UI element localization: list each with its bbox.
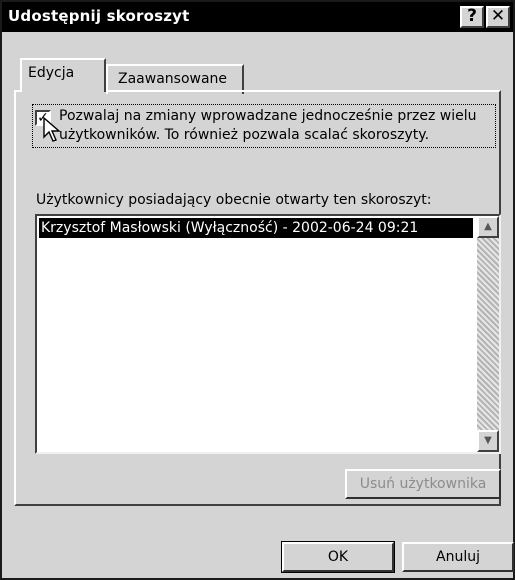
list-item[interactable]: Krzysztof Masłowski (Wyłączność) - 2002-… <box>39 218 473 238</box>
arrow-up-icon: ▲ <box>484 221 492 232</box>
ok-button[interactable]: OK <box>281 541 395 573</box>
remove-user-button[interactable]: Usuń użytkownika <box>345 469 501 499</box>
scroll-up-button[interactable]: ▲ <box>477 216 499 238</box>
allow-changes-label: Pozwalaj na zmiany wprowadzane jednocześ… <box>59 108 477 143</box>
help-icon: ? <box>467 6 477 26</box>
tab-editing[interactable]: Edycja <box>20 58 106 92</box>
help-button[interactable]: ? <box>460 6 484 28</box>
window-title: Udostępnij skoroszyt <box>8 7 190 25</box>
users-list-label: Użytkownicy posiadający obecnie otwarty … <box>36 192 432 208</box>
arrow-down-icon: ▼ <box>484 435 492 446</box>
tab-advanced-label: Zaawansowane <box>118 71 228 87</box>
allow-changes-option[interactable]: ✓ Pozwalaj na zmiany wprowadzane jednocz… <box>32 104 496 148</box>
close-button[interactable]: ✕ <box>486 6 510 28</box>
tab-editing-label: Edycja <box>28 65 75 81</box>
cancel-button[interactable]: Anuluj <box>402 542 514 572</box>
vertical-scrollbar[interactable]: ▲ ▼ <box>477 216 499 452</box>
users-listbox[interactable]: Krzysztof Masłowski (Wyłączność) - 2002-… <box>35 214 501 454</box>
close-icon: ✕ <box>490 6 506 26</box>
title-bar[interactable]: Udostępnij skoroszyt ? ✕ <box>2 2 513 32</box>
share-workbook-dialog: Udostępnij skoroszyt ? ✕ Edycja Zaawanso… <box>0 0 515 580</box>
scroll-down-button[interactable]: ▼ <box>477 430 499 452</box>
